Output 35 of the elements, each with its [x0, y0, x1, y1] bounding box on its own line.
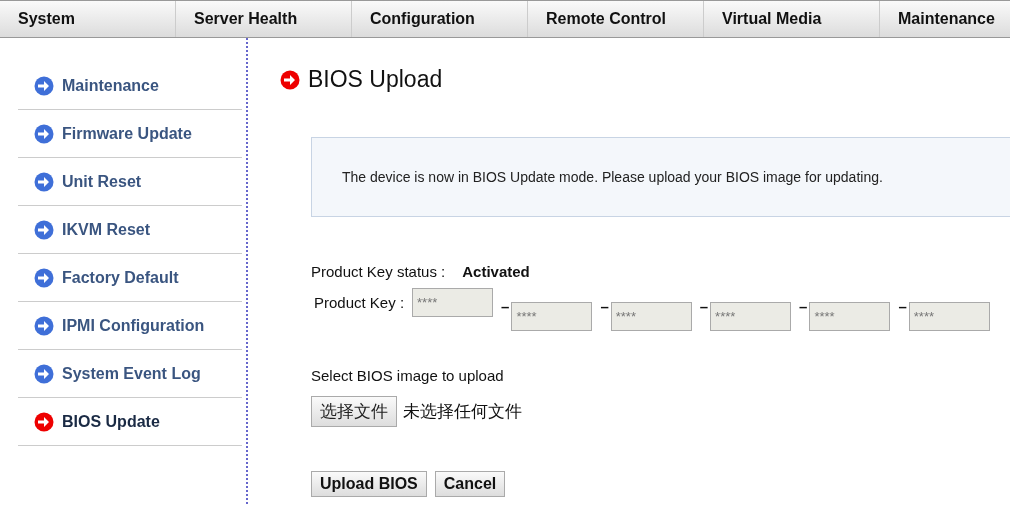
sidebar-item[interactable]: Unit Reset [18, 158, 242, 206]
notice-message: The device is now in BIOS Update mode. Please upload your BIOS image for updating. [311, 137, 1010, 217]
choose-file-button[interactable]: 选择文件 [311, 396, 397, 427]
product-key-field[interactable]: **** [908, 302, 990, 331]
key-status-label: Product Key status : [311, 263, 446, 280]
nav-tab[interactable]: System [0, 1, 176, 37]
page-title: BIOS Upload [308, 66, 443, 93]
cancel-button[interactable]: Cancel [434, 471, 506, 497]
nav-tab[interactable]: Maintenance [880, 1, 1010, 37]
upload-button[interactable]: Upload BIOS [311, 471, 427, 497]
product-key-label: Product Key : [314, 294, 405, 311]
nav-tab[interactable]: Virtual Media [704, 1, 880, 37]
key-status-value: Activated [462, 263, 530, 280]
file-status: 未选择任何文件 [403, 401, 522, 423]
sidebar-item[interactable]: Factory Default [18, 254, 242, 302]
dash: – [501, 298, 510, 315]
sidebar-item[interactable]: BIOS Update [18, 398, 242, 446]
nav-tab[interactable]: Server Health [176, 1, 352, 37]
sidebar-item[interactable]: Firmware Update [18, 110, 242, 158]
dash: – [699, 298, 709, 315]
file-label: Select BIOS image to upload [311, 367, 504, 384]
dash: – [600, 298, 609, 315]
sidebar-item[interactable]: Maintenance [18, 62, 242, 110]
sidebar-item[interactable]: System Event Log [18, 350, 242, 398]
product-key-field[interactable]: **** [511, 302, 593, 331]
product-key-field[interactable]: **** [610, 302, 692, 331]
product-key-field[interactable]: **** [412, 288, 494, 317]
nav-tab[interactable]: Remote Control [528, 1, 704, 37]
dash: – [898, 298, 907, 315]
dash: – [799, 298, 808, 315]
product-key-field[interactable]: **** [809, 302, 891, 331]
nav-tab[interactable]: Configuration [352, 1, 528, 37]
sidebar-item[interactable]: IPMI Configuration [18, 302, 242, 350]
sidebar-item[interactable]: IKVM Reset [18, 206, 242, 254]
product-key-field[interactable]: **** [710, 302, 792, 331]
